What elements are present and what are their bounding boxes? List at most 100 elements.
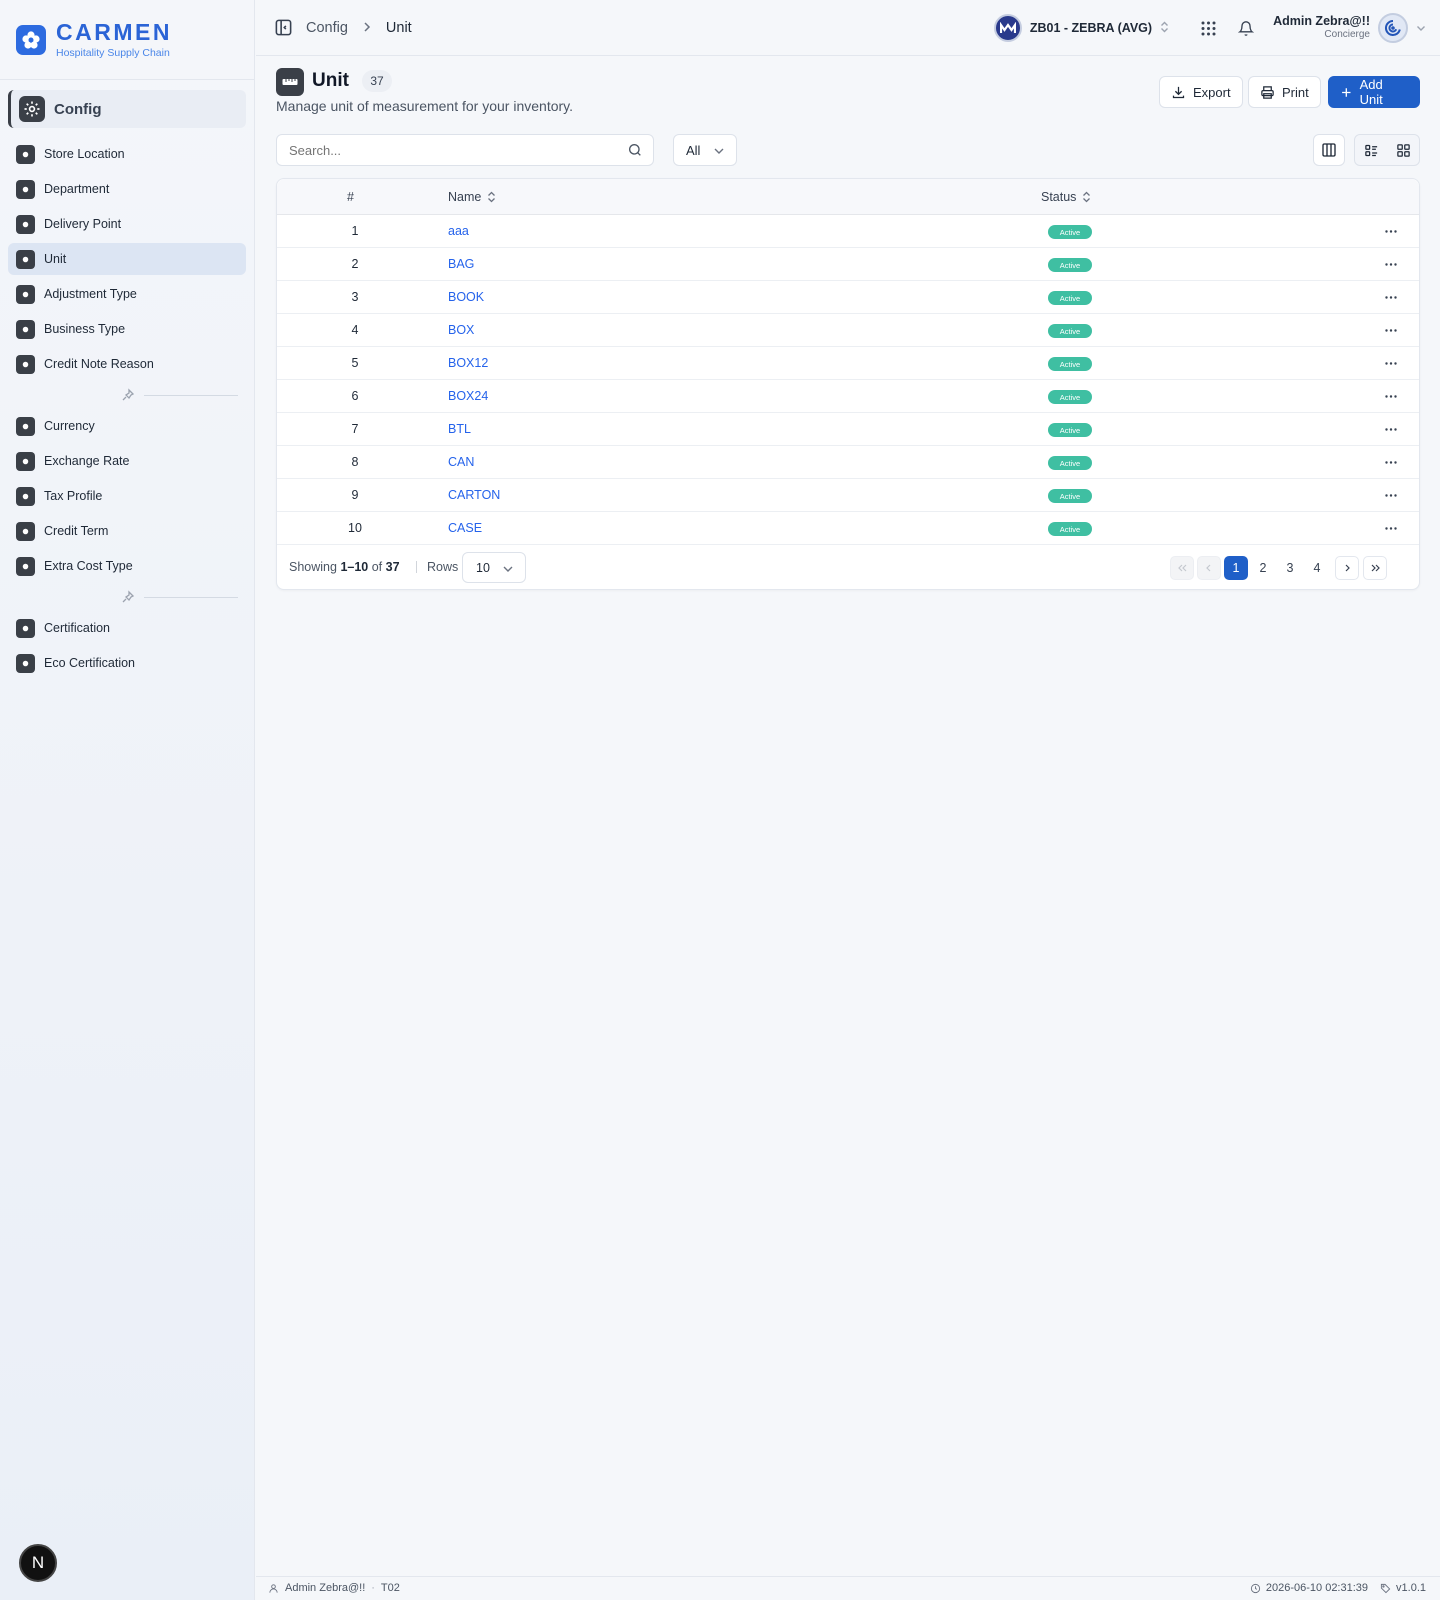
user-info[interactable]: Admin Zebra@!! Concierge	[1273, 14, 1370, 42]
sidebar-section-label: Config	[54, 100, 102, 118]
pin-icon	[122, 590, 135, 603]
grid-icon	[1396, 143, 1410, 157]
sidebar-item-currency[interactable]: Currency	[8, 410, 246, 442]
award-icon	[16, 618, 35, 638]
print-button[interactable]: Print	[1248, 76, 1321, 108]
clock-icon	[16, 521, 35, 541]
sidebar-toggle-icon[interactable]	[270, 15, 296, 41]
sidebar-item-exchange-rate[interactable]: Exchange Rate	[8, 445, 246, 477]
filter-toolbar: All	[276, 126, 1420, 172]
unit-name-link[interactable]: BTL	[448, 422, 471, 436]
sidebar-item-certification[interactable]: Certification	[8, 612, 246, 644]
sidebar-item-label: Certification	[44, 621, 110, 635]
page-button[interactable]: 2	[1251, 556, 1275, 580]
chevron-left-icon	[1206, 564, 1211, 572]
org-switcher[interactable]: ZB01 - ZEBRA (AVG)	[993, 14, 1169, 42]
brand-subtitle: Hospitality Supply Chain	[56, 47, 170, 59]
more-actions-icon[interactable]	[1382, 454, 1400, 470]
unit-name-link[interactable]: CAN	[448, 455, 474, 469]
sidebar-item-credit-term[interactable]: Credit Term	[8, 515, 246, 547]
page-description: Manage unit of measurement for your inve…	[276, 98, 574, 114]
grid-view-button[interactable]	[1387, 135, 1419, 165]
sidebar-item-department[interactable]: Department	[8, 173, 246, 205]
sidebar-item-business-type[interactable]: Business Type	[8, 313, 246, 345]
list-view-button[interactable]	[1355, 135, 1387, 165]
status-badge: Active	[1048, 456, 1092, 470]
location-icon	[16, 214, 35, 234]
status-badge: Active	[1048, 390, 1092, 404]
unit-name-link[interactable]: CARTON	[448, 488, 500, 502]
sidebar-item-eco-certification[interactable]: Eco Certification	[8, 647, 246, 679]
add-unit-button[interactable]: Add Unit	[1328, 76, 1420, 108]
bell-icon[interactable]	[1233, 15, 1259, 41]
last-page-button[interactable]	[1363, 556, 1387, 580]
sidebar-item-delivery-point[interactable]: Delivery Point	[8, 208, 246, 240]
sidebar-divider	[16, 586, 238, 608]
sidebar-item-unit[interactable]: Unit	[8, 243, 246, 275]
sidebar-item-extra-cost-type[interactable]: Extra Cost Type	[8, 550, 246, 582]
page-button[interactable]: 1	[1224, 556, 1248, 580]
print-label: Print	[1282, 84, 1309, 100]
unit-name-link[interactable]: aaa	[448, 224, 469, 238]
more-actions-icon[interactable]	[1382, 322, 1400, 338]
first-page-button[interactable]	[1170, 556, 1194, 580]
sidebar-section-config[interactable]: Config	[8, 90, 246, 128]
search-icon[interactable]	[627, 142, 643, 158]
row-number: 5	[351, 356, 359, 370]
export-button[interactable]: Export	[1159, 76, 1243, 108]
coin-icon	[16, 416, 35, 436]
page-button[interactable]: 3	[1278, 556, 1302, 580]
page-button[interactable]: 4	[1305, 556, 1329, 580]
columns-toggle-button[interactable]	[1313, 134, 1345, 166]
unit-name-link[interactable]: BOX12	[448, 356, 488, 370]
more-actions-icon[interactable]	[1382, 421, 1400, 437]
sidebar-item-adjustment-type[interactable]: Adjustment Type	[8, 278, 246, 310]
more-actions-icon[interactable]	[1382, 487, 1400, 503]
unit-name-link[interactable]: BOX24	[448, 389, 488, 403]
sidebar-item-store-location[interactable]: Store Location	[8, 138, 246, 170]
unit-name-link[interactable]: BOX	[448, 323, 474, 337]
row-number: 6	[351, 389, 359, 403]
column-header-status[interactable]: Status	[1041, 190, 1091, 204]
more-actions-icon[interactable]	[1382, 289, 1400, 305]
sidebar-item-label: Currency	[44, 419, 95, 433]
exchange-icon	[16, 451, 35, 471]
sidebar-item-label: Unit	[44, 252, 67, 266]
more-actions-icon[interactable]	[1382, 355, 1400, 371]
unit-name-link[interactable]: BOOK	[448, 290, 484, 304]
more-actions-icon[interactable]	[1382, 223, 1400, 239]
sidebar-item-tax-profile[interactable]: Tax Profile	[8, 480, 246, 512]
search-input[interactable]	[277, 135, 607, 165]
table-footer: Showing 1–10 of 37 Rows 10 1234	[277, 545, 1419, 589]
prev-page-button[interactable]	[1197, 556, 1221, 580]
org-name: ZB01 - ZEBRA (AVG)	[1029, 21, 1153, 35]
sidebar-item-label: Business Type	[44, 322, 126, 336]
chevron-down-icon[interactable]	[1416, 21, 1426, 36]
more-actions-icon[interactable]	[1382, 256, 1400, 272]
avatar[interactable]	[1378, 13, 1408, 43]
apps-grid-icon[interactable]	[1195, 15, 1221, 41]
sidebar: CARMEN Hospitality Supply Chain Config S…	[0, 0, 255, 1600]
unit-name-link[interactable]: BAG	[448, 257, 474, 271]
brand: CARMEN Hospitality Supply Chain	[0, 0, 254, 80]
column-header-name[interactable]: Name	[448, 190, 496, 204]
row-number: 9	[351, 488, 359, 502]
sidebar-item-credit-note-reason[interactable]: Credit Note Reason	[8, 348, 246, 380]
row-number: 3	[351, 290, 359, 304]
breadcrumb-config[interactable]: Config	[306, 20, 348, 36]
more-actions-icon[interactable]	[1382, 520, 1400, 536]
sidebar-item-label: Tax Profile	[44, 489, 103, 503]
table-row: 1 aaa Active	[277, 215, 1419, 248]
unit-name-link[interactable]: CASE	[448, 521, 482, 535]
export-label: Export	[1193, 84, 1231, 100]
status-filter-select[interactable]: All	[673, 134, 737, 166]
table-row: 2 BAG Active	[277, 248, 1419, 281]
more-actions-icon[interactable]	[1382, 388, 1400, 404]
floating-n-badge[interactable]: N	[19, 1544, 57, 1582]
chevrons-left-icon	[1177, 564, 1186, 572]
status-badge: Active	[1048, 291, 1092, 305]
next-page-button[interactable]	[1335, 556, 1359, 580]
rows-per-page-select[interactable]: 10	[462, 552, 526, 583]
user-role: Concierge	[1324, 29, 1370, 40]
topbar: Config Unit ZB01 - ZEBRA (AVG) Admin Zeb…	[256, 0, 1440, 56]
